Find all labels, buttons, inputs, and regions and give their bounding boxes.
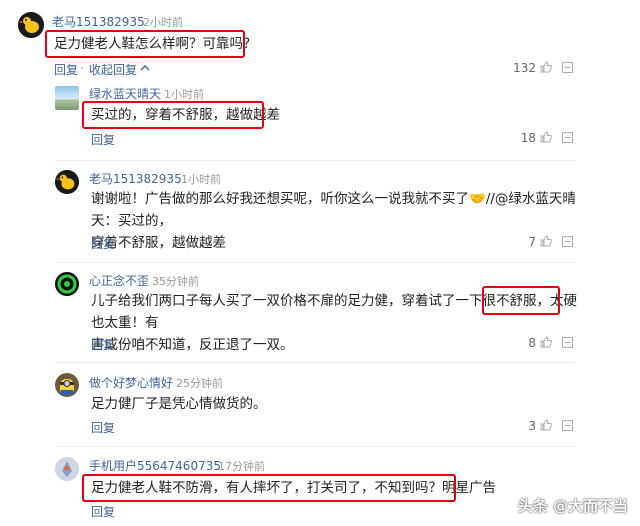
reply-username[interactable]: 老马151382935 xyxy=(89,170,182,187)
watermark: 头条 @大而不当 xyxy=(517,497,628,515)
like-count: 8 xyxy=(528,336,536,350)
avatar[interactable] xyxy=(55,373,79,397)
reply-time: 1小时前 xyxy=(164,88,204,101)
comment-username[interactable]: 老马151382935 xyxy=(52,13,145,30)
reply-username[interactable]: 做个好梦心情好 xyxy=(89,374,173,391)
collapse-replies-button[interactable]: 收起回复 xyxy=(89,61,137,78)
duck-avatar-icon xyxy=(55,170,79,194)
thumb-up-icon[interactable] xyxy=(540,235,552,247)
reply-text-line1: 谢谢啦！广告做的那么好我还想买呢，听你这么一说我就不买了 xyxy=(91,191,469,207)
reply-text-line2: 害成份咱不知道，反正退了一双。 xyxy=(91,337,294,353)
handshake-emoji-icon: 🤝 xyxy=(469,191,486,207)
reply-button[interactable]: 回复 xyxy=(91,131,115,148)
like-count: 18 xyxy=(520,131,536,145)
divider xyxy=(55,262,575,263)
avatar[interactable] xyxy=(55,170,79,194)
reply-button[interactable]: 回复 xyxy=(91,503,115,520)
thumb-up-icon[interactable] xyxy=(540,131,552,143)
ring-avatar-icon xyxy=(55,272,79,296)
more-icon[interactable] xyxy=(562,236,573,247)
avatar[interactable] xyxy=(55,86,79,110)
reply-username[interactable]: 绿水蓝天晴天 xyxy=(89,85,161,102)
reply-time: 25分钟前 xyxy=(176,377,223,390)
chevron-up-icon[interactable] xyxy=(139,62,151,74)
like-count: 3 xyxy=(528,419,536,433)
reply-button[interactable]: 回复 xyxy=(91,419,115,436)
reply-username[interactable]: 手机用户55647460735 xyxy=(89,457,221,474)
like-count: 132 xyxy=(513,61,536,75)
reply-text: 足力健厂子是凭心情做货的。 xyxy=(91,396,267,412)
more-icon[interactable] xyxy=(562,132,573,143)
like-count: 7 xyxy=(528,235,536,249)
more-icon[interactable] xyxy=(562,337,573,348)
divider xyxy=(55,160,575,161)
divider xyxy=(55,446,575,447)
more-icon[interactable] xyxy=(562,62,573,73)
default-user-avatar-icon xyxy=(55,457,79,481)
thumb-up-icon[interactable] xyxy=(540,336,552,348)
comment-time: 2小时前 xyxy=(143,16,183,29)
highlight-box xyxy=(482,286,560,315)
avatar[interactable] xyxy=(18,12,44,38)
avatar[interactable] xyxy=(55,272,79,296)
duck-avatar-icon xyxy=(18,12,44,38)
thumb-up-icon[interactable] xyxy=(540,61,552,73)
reply-button[interactable]: 回复 xyxy=(91,336,115,353)
reply-time: 35分钟前 xyxy=(152,275,199,288)
avatar[interactable] xyxy=(55,457,79,481)
reply-text-part2: 有 xyxy=(145,315,159,331)
reply-username[interactable]: 心正念不歪 xyxy=(89,272,149,289)
thumb-up-icon[interactable] xyxy=(540,419,552,431)
more-icon[interactable] xyxy=(562,420,573,431)
reply-button[interactable]: 回复 xyxy=(54,61,78,78)
highlight-box xyxy=(45,30,245,58)
reply-time: 17分钟前 xyxy=(218,460,265,473)
reply-separator: · xyxy=(80,61,84,75)
highlight-box xyxy=(82,474,456,502)
reply-time: 1小时前 xyxy=(181,173,221,186)
highlight-box xyxy=(82,101,264,129)
minion-avatar-icon xyxy=(55,373,79,397)
divider xyxy=(55,362,575,363)
reply-button[interactable]: 回复 xyxy=(91,235,115,252)
reply-text: 谢谢啦！广告做的那么好我还想买呢，听你这么一说我就不买了🤝//@绿水蓝天晴天：买… xyxy=(91,188,581,254)
